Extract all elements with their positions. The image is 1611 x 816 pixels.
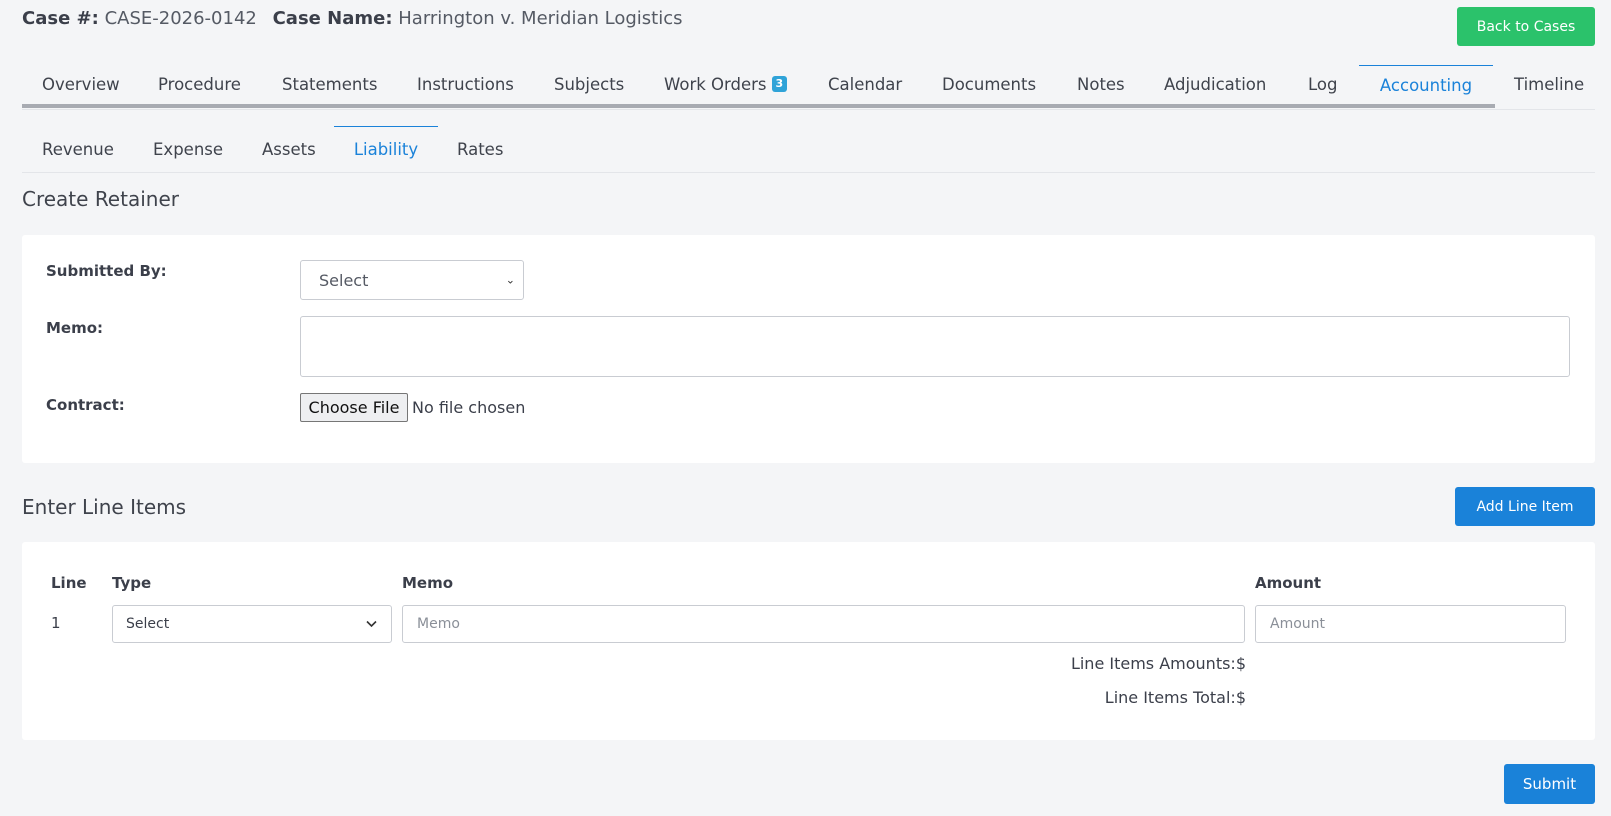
- col-head-memo: Memo: [402, 574, 454, 592]
- subtab-assets[interactable]: Assets: [262, 126, 316, 172]
- back-to-cases-button[interactable]: Back to Cases: [1457, 7, 1595, 46]
- case-header: Case #: CASE-2026-0142 Case Name: Harrin…: [22, 8, 693, 29]
- memo-label: Memo:: [46, 319, 104, 337]
- line-type-select[interactable]: Select: [112, 605, 392, 643]
- line-amount-input[interactable]: Amount: [1255, 605, 1566, 643]
- line-items-amounts: Line Items Amounts:$: [1070, 654, 1246, 673]
- case-name: Harrington v. Meridian Logistics: [398, 8, 683, 29]
- tab-subjects[interactable]: Subjects: [554, 64, 624, 104]
- chevron-down-icon: [366, 620, 377, 628]
- create-retainer-title: Create Retainer: [22, 187, 179, 211]
- line-type-value: Select: [126, 616, 170, 632]
- work-orders-badge: 3: [771, 76, 788, 92]
- memo-textarea[interactable]: [300, 316, 1570, 377]
- main-tabs-underline: [22, 104, 1495, 108]
- tab-documents[interactable]: Documents: [942, 64, 1036, 104]
- tab-overview[interactable]: Overview: [42, 64, 120, 104]
- file-status: No file chosen: [412, 398, 526, 417]
- line-memo-placeholder: Memo: [417, 616, 460, 632]
- case-name-label: Case Name:: [272, 8, 393, 29]
- case-number: CASE-2026-0142: [104, 8, 257, 29]
- page: Case #: CASE-2026-0142 Case Name: Harrin…: [0, 0, 1611, 816]
- submitted-by-select[interactable]: Select ⌄: [300, 260, 524, 300]
- tab-statements[interactable]: Statements: [282, 64, 377, 104]
- submit-button[interactable]: Submit: [1504, 764, 1595, 804]
- contract-label: Contract:: [46, 396, 125, 414]
- tab-work-orders[interactable]: Work Orders 3: [664, 64, 788, 104]
- tab-instructions[interactable]: Instructions: [417, 64, 514, 104]
- add-line-item-button[interactable]: Add Line Item: [1455, 487, 1595, 526]
- tab-accounting[interactable]: Accounting: [1359, 65, 1493, 105]
- line-items-total: Line Items Total:$: [1104, 688, 1246, 707]
- col-head-type: Type: [112, 574, 152, 592]
- main-tabs: Overview Procedure Statements Instructio…: [22, 64, 1595, 110]
- subtab-revenue[interactable]: Revenue: [42, 126, 114, 172]
- col-head-amount: Amount: [1255, 574, 1322, 592]
- line-number: 1: [51, 614, 61, 632]
- line-memo-input[interactable]: Memo: [402, 605, 1245, 643]
- subtab-rates[interactable]: Rates: [457, 126, 503, 172]
- tab-calendar[interactable]: Calendar: [828, 64, 902, 104]
- subtab-liability[interactable]: Liability: [334, 126, 438, 172]
- line-items-title: Enter Line Items: [22, 495, 187, 519]
- choose-file-button[interactable]: Choose File: [300, 393, 408, 422]
- tab-notes[interactable]: Notes: [1077, 64, 1125, 104]
- tab-procedure[interactable]: Procedure: [158, 64, 241, 104]
- submitted-by-value: Select: [319, 270, 369, 290]
- subtab-expense[interactable]: Expense: [153, 126, 223, 172]
- submitted-by-label: Submitted By:: [46, 262, 167, 280]
- col-head-line: Line: [51, 574, 87, 592]
- line-amount-placeholder: Amount: [1270, 616, 1326, 632]
- sub-tabs: Revenue Expense Assets Liability Rates: [22, 126, 1595, 173]
- tab-log[interactable]: Log: [1308, 64, 1337, 104]
- tab-adjudication[interactable]: Adjudication: [1164, 64, 1266, 104]
- chevron-down-icon: ⌄: [505, 273, 515, 287]
- tab-timeline[interactable]: Timeline: [1514, 64, 1584, 104]
- case-number-label: Case #:: [22, 8, 99, 29]
